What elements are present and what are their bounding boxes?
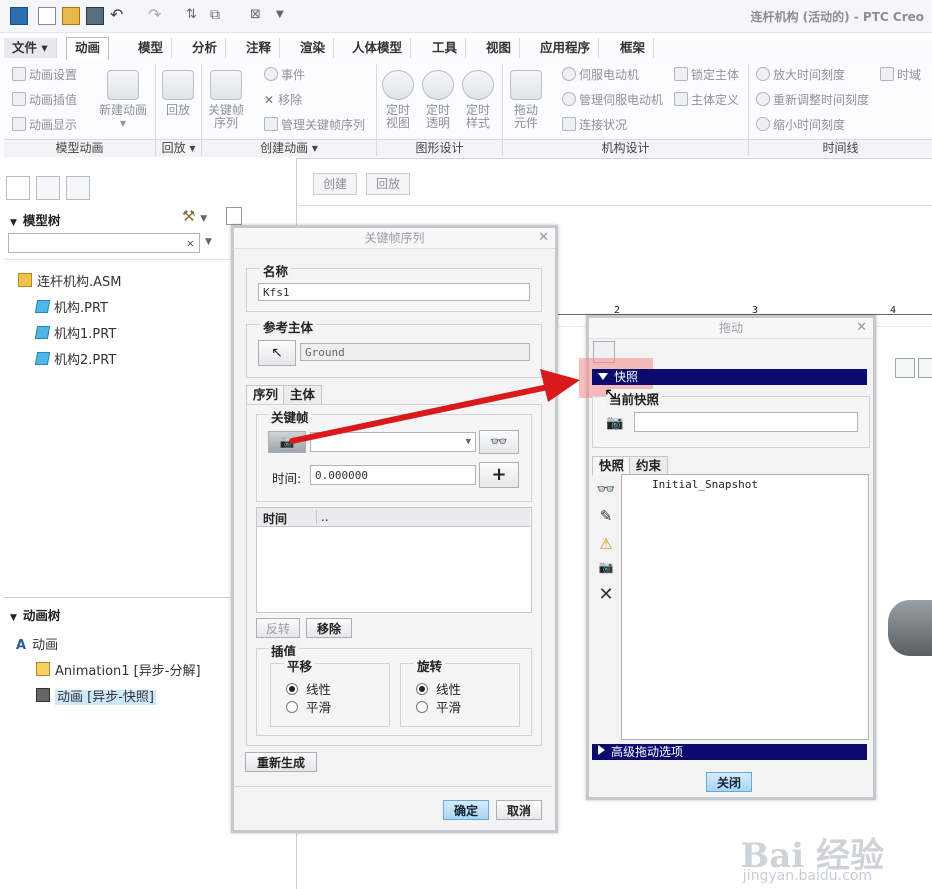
annotation-arrow [289, 369, 580, 444]
arrow-head [540, 369, 580, 402]
mouse-cursor-icon: ↖ [604, 384, 618, 403]
watermark-url: jingyan.baidu.com [742, 868, 872, 884]
arrow-shaft [289, 384, 551, 444]
